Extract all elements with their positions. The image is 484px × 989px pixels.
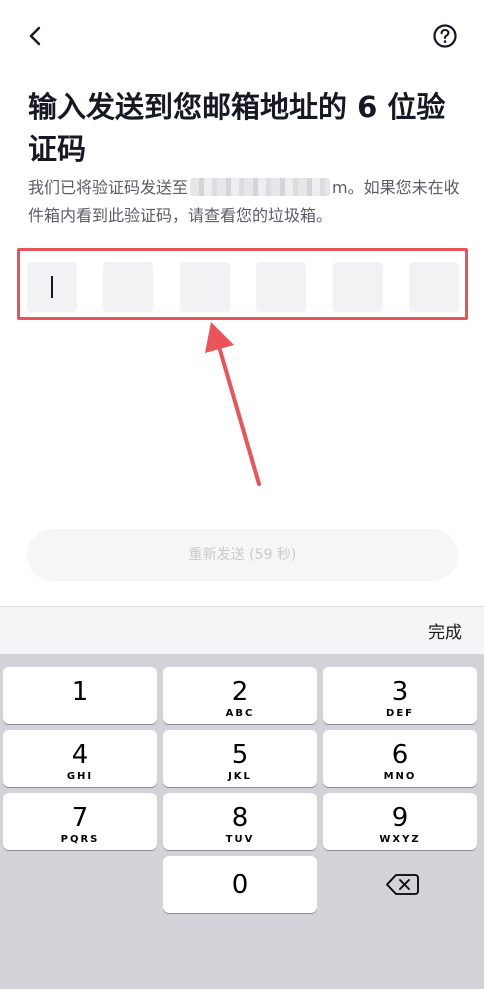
key-number: 1 [71,677,89,707]
key-letters: PQRS [60,834,100,845]
key-letters: WXYZ [379,834,421,845]
keyboard-toolbar: 完成 [0,606,484,654]
key-number: 9 [391,803,409,833]
code-digit-box[interactable] [103,262,153,312]
text-caret [51,276,53,298]
top-bar [0,0,484,72]
key-letters: DEF [386,708,414,719]
code-digit-box[interactable] [27,262,77,312]
code-digit-box[interactable] [409,262,459,312]
masked-email [190,178,331,196]
key-0[interactable]: 0 [163,856,317,913]
verification-code-input[interactable] [27,262,459,312]
key-1[interactable]: 1 [3,667,157,724]
key-number: 7 [71,803,89,833]
chevron-left-icon [29,26,41,46]
key-7[interactable]: 7 PQRS [3,793,157,850]
key-number: 3 [391,677,409,707]
resend-button[interactable]: 重新发送 (59 秒) [27,529,458,581]
key-letters: ABC [225,708,255,719]
done-button[interactable]: 完成 [428,618,462,643]
key-letters: GHI [66,771,94,782]
key-5[interactable]: 5 JKL [163,730,317,787]
back-button[interactable] [22,22,50,50]
question-circle-icon [433,24,457,48]
backspace-icon [386,874,419,895]
key-letters: TUV [225,834,255,845]
key-6[interactable]: 6 MNO [323,730,477,787]
key-number: 8 [231,803,249,833]
delete-key[interactable] [323,856,477,913]
description-prefix: 我们已将验证码发送至 [28,178,189,197]
key-number: 2 [231,677,249,707]
page-title: 输入发送到您邮箱地址的 6 位验证码 [28,90,446,166]
key-9[interactable]: 9 WXYZ [323,793,477,850]
key-number: 5 [231,740,249,770]
key-3[interactable]: 3 DEF [323,667,477,724]
code-digit-box[interactable] [180,262,230,312]
help-button[interactable] [432,23,458,49]
code-digit-box[interactable] [333,262,383,312]
masked-email-suffix: m [332,178,348,197]
description-text: 我们已将验证码发送至 m。如果您未在收件箱内看到此验证码，请查看您的垃圾箱。 [28,174,464,230]
numeric-keyboard: 1 2 ABC 3 DEF 4 GHI 5 JKL 6 MNO 7 PQRS 8 TUV 9W… [0,654,484,989]
key-letters: MNO [383,771,417,782]
key-number: 6 [391,740,409,770]
key-letters: JKL [228,771,252,782]
code-digit-box[interactable] [256,262,306,312]
key-8[interactable]: 8 TUV [163,793,317,850]
key-2[interactable]: 2 ABC [163,667,317,724]
key-4[interactable]: 4 GHI [3,730,157,787]
key-number: 0 [231,870,249,900]
key-number: 4 [71,740,89,770]
